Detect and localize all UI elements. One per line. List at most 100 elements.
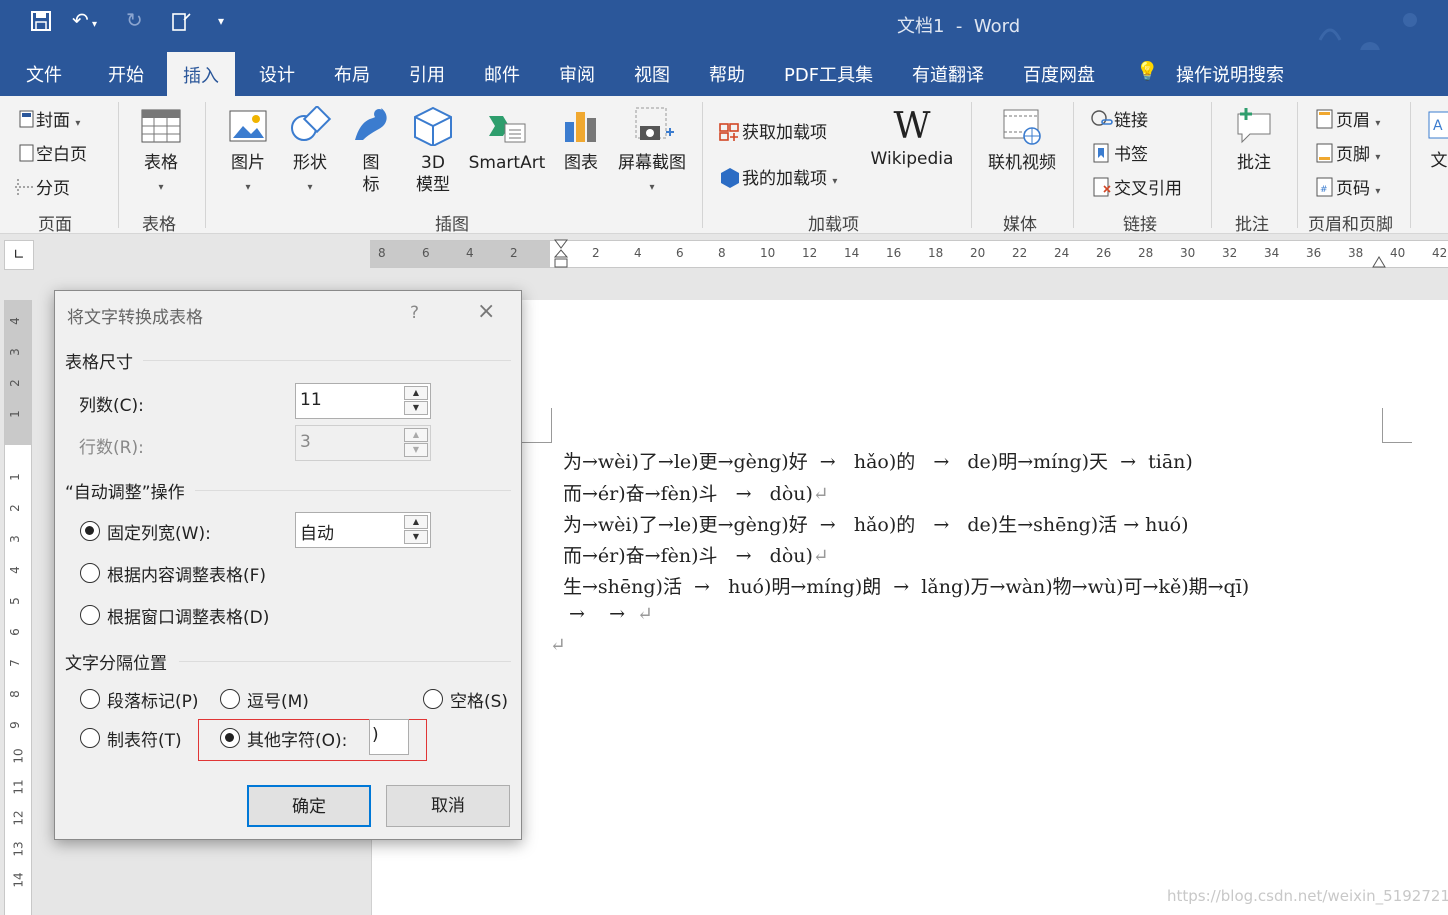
link-label: 链接 xyxy=(1114,111,1148,131)
tab-file[interactable]: 文件 xyxy=(26,61,62,87)
table-icon xyxy=(140,109,182,151)
online-video-button[interactable]: 联机视频 xyxy=(984,106,1060,174)
comment-icon xyxy=(1232,108,1276,151)
wikipedia-button[interactable]: W Wikipedia xyxy=(866,106,958,170)
cancel-button[interactable]: 取消 xyxy=(386,785,510,827)
tab-review[interactable]: 审阅 xyxy=(559,61,595,87)
tab-layout[interactable]: 布局 xyxy=(334,61,370,87)
undo-icon[interactable]: ↶ ▾ xyxy=(72,8,97,32)
tab-help[interactable]: 帮助 xyxy=(709,61,745,87)
commas-radio[interactable] xyxy=(220,689,240,709)
icons-button[interactable]: 图 标 xyxy=(348,106,394,196)
doc-line-2[interactable]: 而→ér)奋→fèn)斗 → dòu)↵ xyxy=(563,479,829,506)
close-icon[interactable]: × xyxy=(477,299,495,324)
doc-line-3[interactable]: 为→wèi)了→le)更→gèng)好 → hǎo)的 → de)生→shēng… xyxy=(563,510,1189,537)
other-character-radio[interactable] xyxy=(220,728,240,748)
rows-stepper: 3 ▲ ▼ xyxy=(295,425,431,461)
doc-line-4[interactable]: 而→ér)奋→fèn)斗 → dòu)↵ xyxy=(563,541,829,568)
ruler-tick-label: 26 xyxy=(1096,246,1112,260)
footer-button[interactable]: 页脚 ▾ xyxy=(1314,140,1380,169)
touch-mode-icon[interactable] xyxy=(170,10,194,39)
page-break-button[interactable]: 分页 xyxy=(14,174,70,202)
blank-page-button[interactable]: 空白页 xyxy=(18,140,87,168)
header-button[interactable]: 页眉 ▾ xyxy=(1314,106,1380,135)
autofit-section: “自动调整”操作 xyxy=(65,483,185,503)
doc-line-6[interactable]: → → ↵ xyxy=(563,603,653,625)
get-addins-button[interactable]: 获取加载项 xyxy=(718,118,827,147)
ruler-tick-label: 22 xyxy=(1012,246,1028,260)
text-group-label: 文 xyxy=(1430,151,1448,171)
comment-button[interactable]: 批注 xyxy=(1226,106,1282,174)
horizontal-ruler[interactable]: 8 6 4 2 2 4 6 8 10 12 14 16 18 20 22 24 26 28 30 32 34 36 38 40… xyxy=(370,239,1448,271)
fixed-width-radio[interactable] xyxy=(80,521,100,541)
help-icon[interactable]: ? xyxy=(410,303,419,323)
ok-button[interactable]: 确定 xyxy=(247,785,371,827)
tab-view[interactable]: 视图 xyxy=(634,61,670,87)
document-page[interactable] xyxy=(371,300,1448,915)
screenshot-icon xyxy=(630,107,674,151)
app-name: Word xyxy=(973,16,1021,37)
indent-marker-icon[interactable] xyxy=(554,239,568,271)
tab-references[interactable]: 引用 xyxy=(409,61,445,87)
spaces-radio[interactable] xyxy=(423,689,443,709)
doc-line-5[interactable]: 生→shēng)活 → huó)明→míng)朗 → lǎng)万→wàn)物→… xyxy=(563,572,1249,599)
text-group-button[interactable]: A 文 xyxy=(1424,110,1448,172)
tab-mailings[interactable]: 邮件 xyxy=(484,61,520,87)
tab-selector[interactable]: ∟ xyxy=(4,240,34,270)
tab-insert[interactable]: 插入 xyxy=(167,52,235,96)
ruler-tick-label: 4 xyxy=(466,246,474,260)
lightbulb-icon[interactable]: 💡 xyxy=(1136,61,1158,82)
doc-line-1[interactable]: 为→wèi)了→le)更→gèng)好 → hǎo)的 → de)明→míng)… xyxy=(563,447,1193,474)
chart-icon xyxy=(559,112,603,151)
ruler-tick-label: 9 xyxy=(7,721,22,729)
shapes-label: 形状 xyxy=(293,153,327,173)
ruler-tick-label: 30 xyxy=(1180,246,1196,260)
online-video-icon xyxy=(1000,109,1044,151)
vertical-ruler[interactable]: 4 3 2 1 1 2 3 4 5 6 7 8 9 10 11 12 13 14 xyxy=(4,300,32,915)
pictures-button[interactable]: 图片 ▾ xyxy=(222,106,274,199)
table-button[interactable]: 表格 ▾ xyxy=(136,106,186,199)
columns-down-icon[interactable]: ▼ xyxy=(404,401,428,415)
other-character-input[interactable]: ) xyxy=(369,719,409,755)
paragraph-marks-radio[interactable] xyxy=(80,689,100,709)
comment-label: 批注 xyxy=(1237,153,1271,173)
icons-icon xyxy=(349,108,393,151)
fit-window-radio[interactable] xyxy=(80,605,100,625)
customize-qat-icon[interactable]: ▾ xyxy=(218,14,224,28)
my-addins-button[interactable]: 我的加载项 ▾ xyxy=(718,164,837,193)
right-indent-marker-icon[interactable] xyxy=(1372,255,1386,269)
wikipedia-icon: W xyxy=(893,106,931,147)
paragraph-mark: ↵ xyxy=(812,545,829,567)
cover-page-button[interactable]: 封面 ▾ xyxy=(18,106,80,134)
ruler-tick-label: 10 xyxy=(760,246,776,260)
3d-models-button[interactable]: 3D 模型 xyxy=(410,106,456,196)
smartart-button[interactable]: SmartArt xyxy=(466,106,548,174)
cross-reference-button[interactable]: 交叉引用 xyxy=(1090,174,1182,203)
cube-icon xyxy=(411,106,455,151)
bookmark-button[interactable]: 书签 xyxy=(1090,140,1148,169)
tab-home[interactable]: 开始 xyxy=(108,61,144,87)
columns-stepper[interactable]: 11 ▲ ▼ xyxy=(295,383,431,419)
ruler-tick-label: 8 xyxy=(7,690,22,698)
tell-me-search[interactable]: 操作说明搜索 xyxy=(1176,61,1284,87)
screenshot-button[interactable]: 屏幕截图 ▾ xyxy=(612,106,692,199)
columns-up-icon[interactable]: ▲ xyxy=(404,386,428,400)
chart-label: 图表 xyxy=(564,153,598,173)
tabs-radio[interactable] xyxy=(80,728,100,748)
shapes-button[interactable]: 形状 ▾ xyxy=(284,104,336,199)
addins-group-label: 加载项 xyxy=(808,215,859,235)
save-icon[interactable] xyxy=(30,10,52,37)
cover-page-icon xyxy=(18,109,36,134)
tab-baidu[interactable]: 百度网盘 xyxy=(1023,61,1095,87)
fixed-width-down-icon[interactable]: ▼ xyxy=(404,530,428,544)
tab-youdao[interactable]: 有道翻译 xyxy=(912,61,984,87)
chart-button[interactable]: 图表 xyxy=(558,106,604,174)
fixed-width-up-icon[interactable]: ▲ xyxy=(404,515,428,529)
tab-pdf-tools[interactable]: PDF工具集 xyxy=(784,61,873,87)
tab-design[interactable]: 设计 xyxy=(259,61,295,87)
fixed-width-stepper[interactable]: 自动 ▲ ▼ xyxy=(295,512,431,548)
fit-content-radio[interactable] xyxy=(80,563,100,583)
link-button[interactable]: 链接 xyxy=(1090,106,1148,135)
redo-icon[interactable]: ↻ xyxy=(126,8,143,32)
page-number-button[interactable]: # 页码 ▾ xyxy=(1314,174,1380,203)
